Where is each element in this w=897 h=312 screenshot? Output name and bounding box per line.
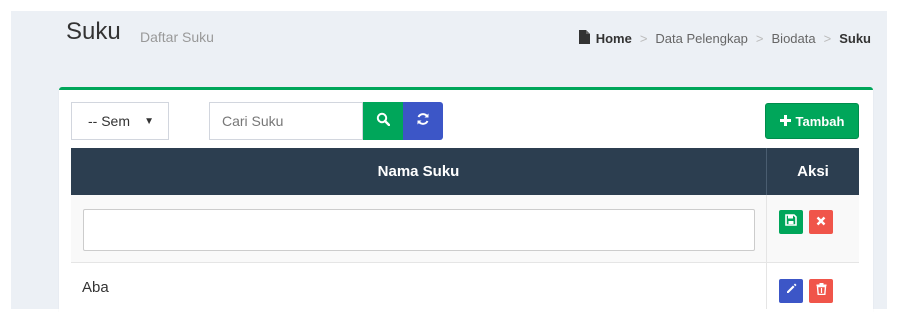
add-button[interactable]: Tambah [765, 103, 859, 139]
search-placeholder: Cari Suku [222, 113, 284, 129]
page-subtitle: Daftar Suku [140, 29, 214, 45]
search-icon [376, 112, 391, 131]
pencil-icon [785, 282, 797, 300]
breadcrumb-separator: > [639, 31, 648, 46]
caret-down-icon: ▼ [144, 116, 154, 127]
search-input[interactable]: Cari Suku [209, 102, 363, 140]
breadcrumb-separator: > [823, 31, 832, 46]
filter-select-value: -- Sem [88, 113, 130, 129]
page-title: Suku [66, 18, 121, 45]
breadcrumb-home[interactable]: Home [578, 30, 632, 47]
table-row-new [71, 195, 859, 263]
column-divider [766, 263, 767, 309]
breadcrumb-home-label: Home [595, 31, 632, 46]
refresh-button[interactable] [403, 102, 443, 140]
column-header-nama-suku: Nama Suku [377, 163, 460, 180]
table-row: Aba [71, 263, 859, 309]
add-button-label: Tambah [795, 113, 845, 129]
search-button[interactable] [363, 102, 403, 140]
breadcrumb-separator: > [755, 31, 764, 46]
column-header-aksi: Aksi [797, 163, 829, 180]
plus-icon [779, 114, 791, 129]
breadcrumb-item-active: Suku [839, 31, 871, 46]
close-icon [816, 213, 826, 231]
new-suku-input[interactable] [83, 209, 755, 251]
breadcrumb-item-data-pelengkap[interactable]: Data Pelengkap [655, 31, 748, 46]
column-divider [766, 195, 767, 262]
suku-name: Aba [82, 279, 109, 296]
table-header: Nama Suku Aksi [71, 148, 859, 195]
filter-select[interactable]: -- Sem ▼ [71, 102, 169, 140]
edit-button[interactable] [779, 279, 803, 303]
save-button[interactable] [779, 210, 803, 234]
file-icon [578, 30, 590, 47]
save-icon [785, 213, 797, 231]
breadcrumb: Home > Data Pelengkap > Biodata > Suku [578, 30, 871, 47]
breadcrumb-item-biodata[interactable]: Biodata [772, 31, 816, 46]
trash-icon [816, 282, 827, 300]
delete-button[interactable] [809, 279, 833, 303]
refresh-icon [416, 112, 430, 131]
cancel-button[interactable] [809, 210, 833, 234]
